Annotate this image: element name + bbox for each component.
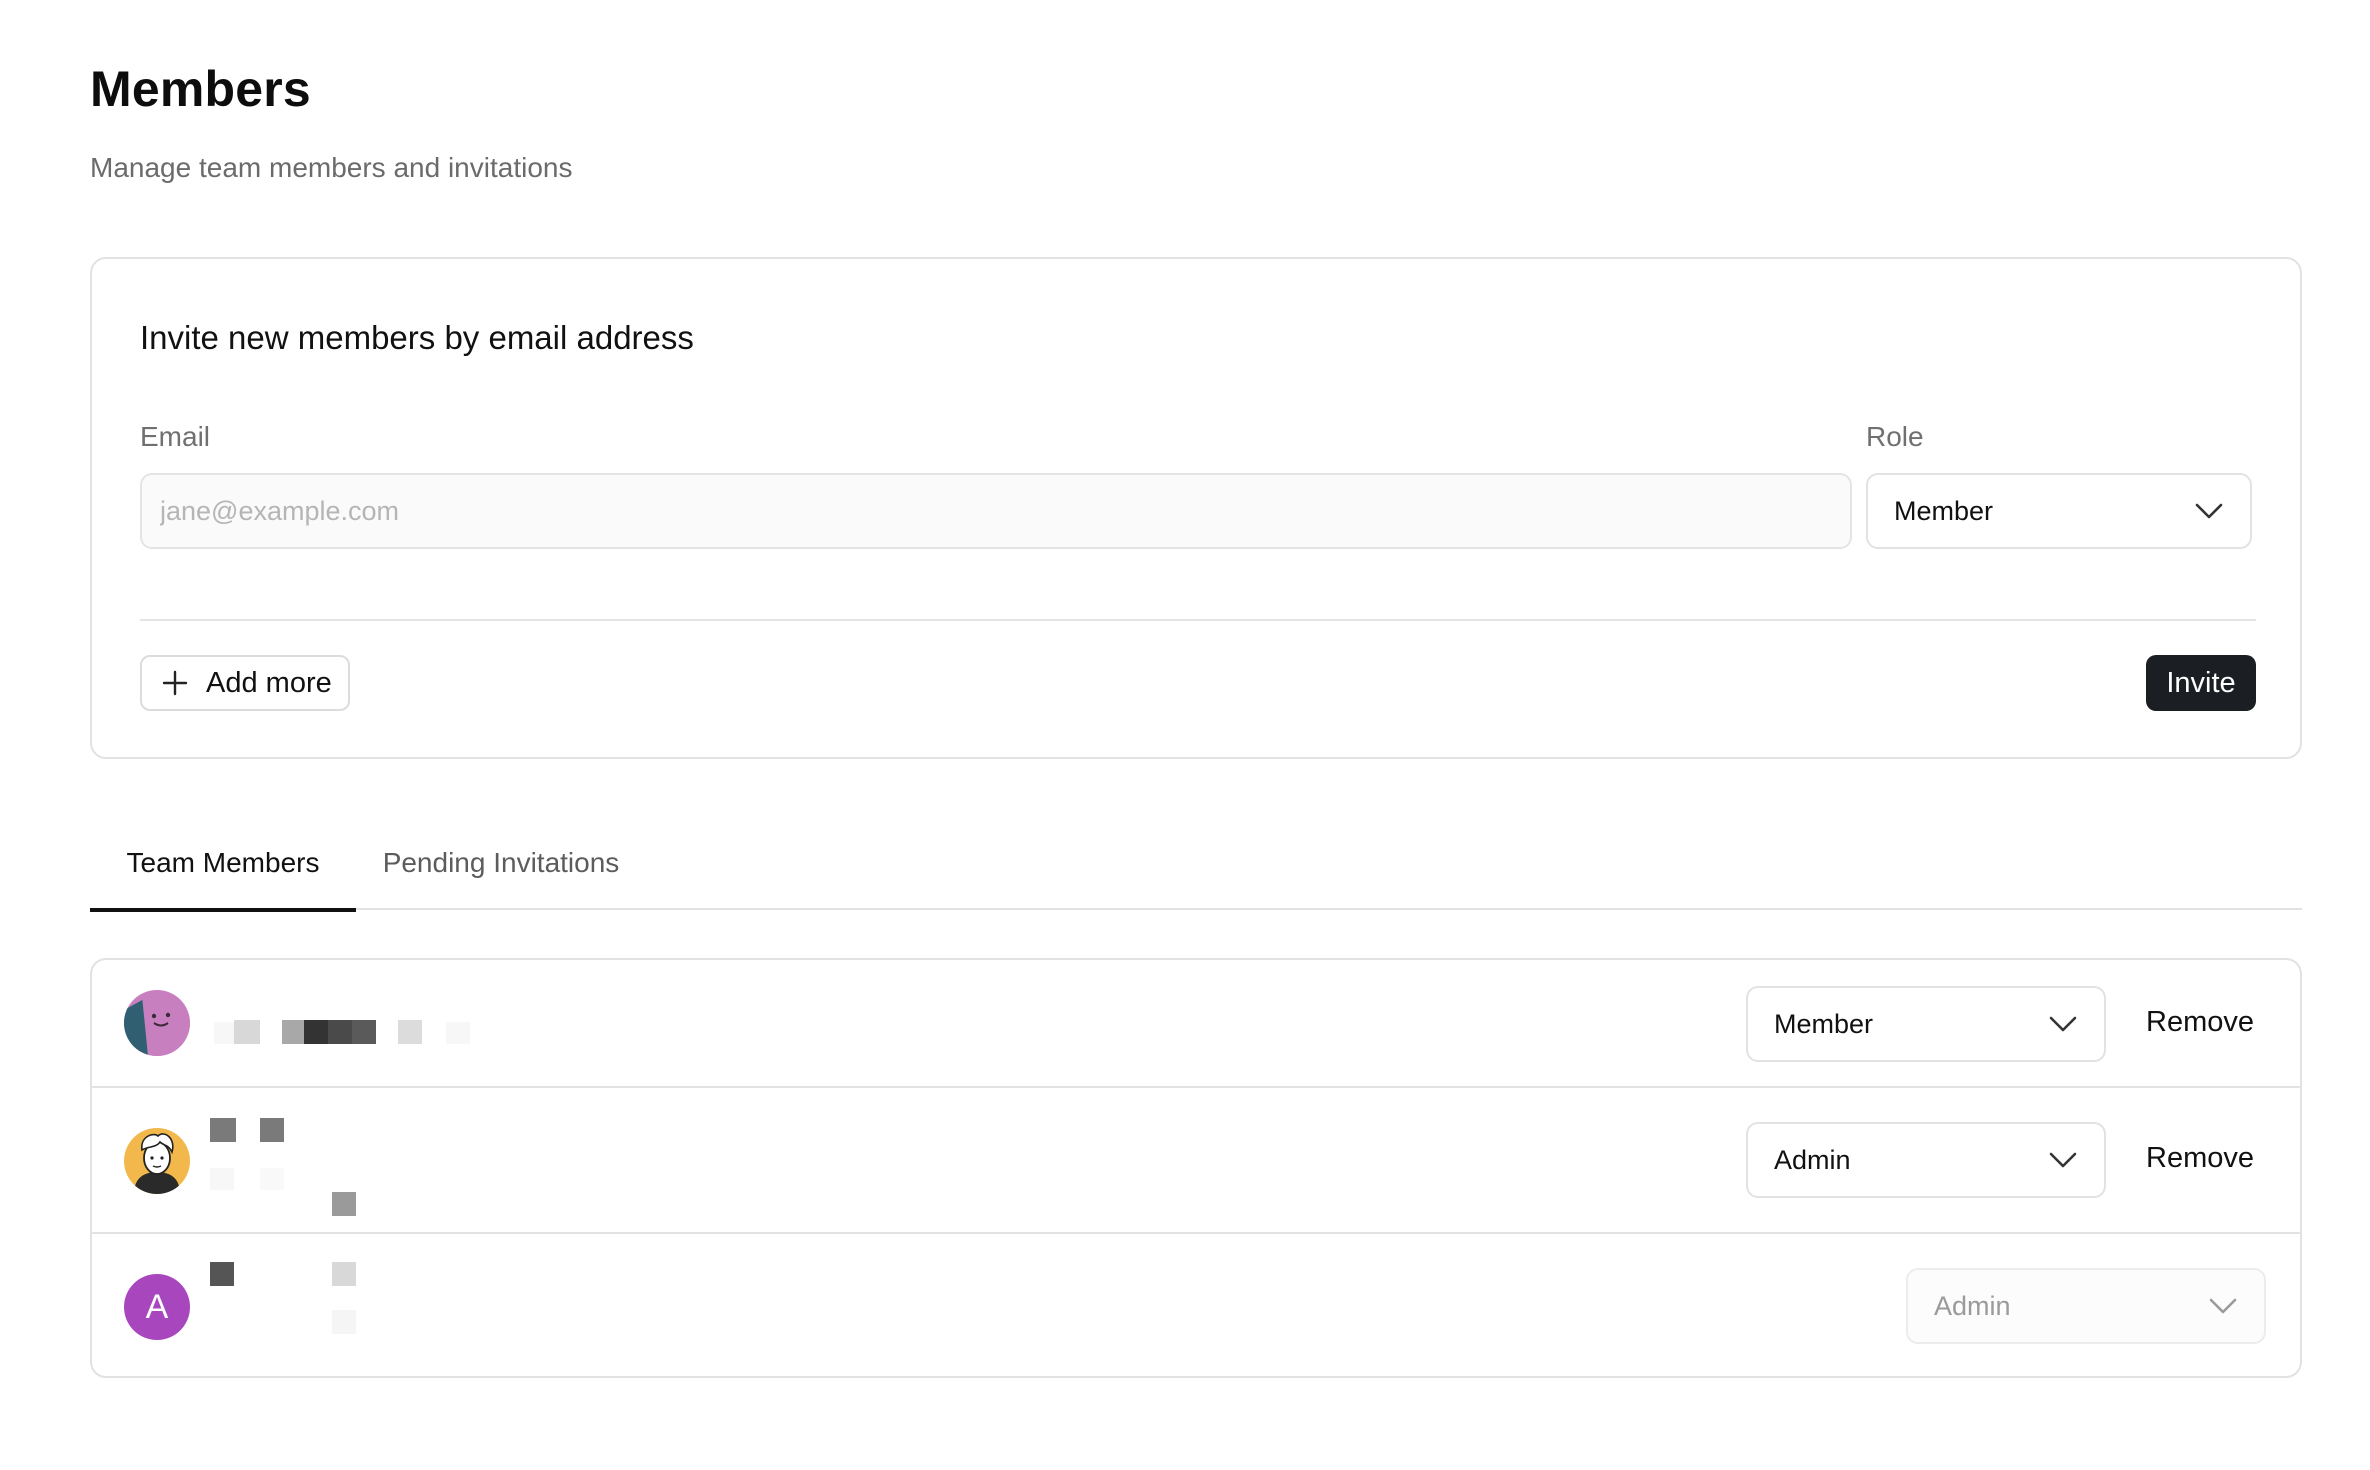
add-more-button[interactable]: Add more xyxy=(140,655,350,711)
avatar xyxy=(124,990,190,1056)
role-select-value: Member xyxy=(1894,495,1994,526)
page-subtitle: Manage team members and invitations xyxy=(90,152,573,183)
chevron-down-icon xyxy=(2049,1016,2077,1032)
tab-team-members[interactable]: Team Members xyxy=(90,830,356,912)
member-row: Member Remove xyxy=(92,960,2300,1088)
members-page: Members Manage team members and invitati… xyxy=(0,0,2370,1470)
members-list: Member Remove Admin Remove A Admin xyxy=(90,958,2302,1378)
invite-button[interactable]: Invite xyxy=(2146,655,2256,711)
email-label: Email xyxy=(140,421,211,452)
avatar-letter: A xyxy=(124,1274,190,1340)
invite-title: Invite new members by email address xyxy=(140,319,694,356)
member-role-value: Admin xyxy=(1774,1144,1851,1175)
member-role-value: Member xyxy=(1774,1008,1874,1039)
email-field[interactable] xyxy=(140,473,1852,549)
member-row: Admin Remove xyxy=(92,1088,2300,1234)
add-more-label: Add more xyxy=(206,666,332,699)
member-role-select[interactable]: Member xyxy=(1746,986,2106,1062)
member-row: A Admin xyxy=(92,1234,2300,1376)
chevron-down-icon xyxy=(2209,1298,2237,1314)
role-label: Role xyxy=(1866,421,1924,452)
tab-pending-invitations[interactable]: Pending Invitations xyxy=(356,830,646,910)
invite-divider xyxy=(140,619,2256,621)
illustrated-person-avatar-icon xyxy=(124,1128,190,1194)
plus-icon xyxy=(162,670,188,696)
member-role-select[interactable]: Admin xyxy=(1746,1122,2106,1198)
chevron-down-icon xyxy=(2049,1152,2077,1168)
member-role-select-disabled: Admin xyxy=(1906,1268,2266,1344)
purple-face-avatar-icon xyxy=(124,990,190,1056)
remove-member-button[interactable]: Remove xyxy=(2146,1142,2254,1175)
avatar xyxy=(124,1128,190,1194)
chevron-down-icon xyxy=(2195,503,2223,519)
invite-card: Invite new members by email address Emai… xyxy=(90,257,2302,759)
member-role-value: Admin xyxy=(1934,1290,2011,1321)
members-tabs: Team Members Pending Invitations xyxy=(90,830,2302,912)
page-title: Members xyxy=(90,61,311,117)
remove-member-button[interactable]: Remove xyxy=(2146,1006,2254,1039)
role-select[interactable]: Member xyxy=(1866,473,2252,549)
